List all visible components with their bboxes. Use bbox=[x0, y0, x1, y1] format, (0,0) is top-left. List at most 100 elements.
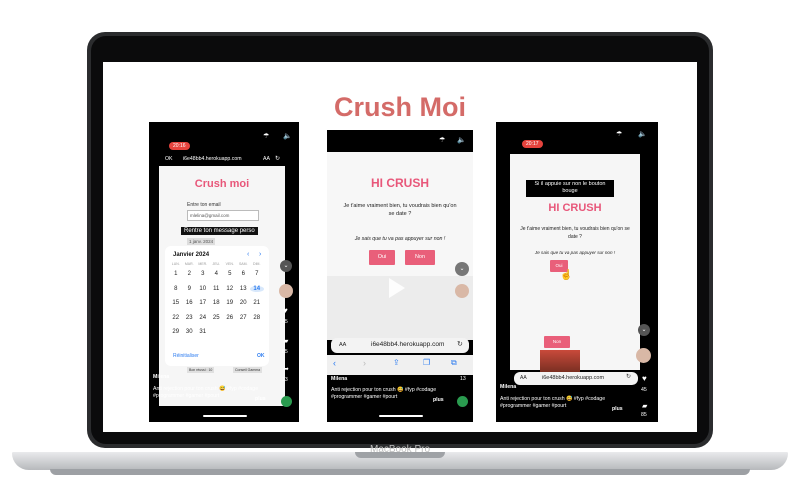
laptop-base-shadow bbox=[50, 469, 750, 475]
date-chip[interactable]: 1 janv. 2024 bbox=[187, 238, 216, 245]
calendar-day[interactable]: 4 bbox=[210, 271, 224, 277]
umbrella-icon[interactable]: ☂ bbox=[439, 136, 445, 144]
bookmarks-icon[interactable]: ❐ bbox=[423, 358, 430, 367]
nav-ok[interactable]: OK bbox=[165, 156, 173, 163]
calendar-day[interactable]: 13 bbox=[237, 286, 251, 292]
calendar-day[interactable]: 21 bbox=[250, 300, 264, 306]
avatar[interactable] bbox=[636, 348, 651, 363]
calendar-day[interactable]: 18 bbox=[210, 300, 224, 306]
calendar-day[interactable]: 15 bbox=[169, 300, 183, 306]
calendar-day[interactable]: 27 bbox=[237, 315, 251, 321]
url-aa[interactable]: AA bbox=[339, 342, 346, 348]
speaker-icon[interactable]: 🔈 bbox=[638, 130, 647, 138]
avatar[interactable] bbox=[455, 284, 469, 298]
calendar-day[interactable]: 2 bbox=[183, 271, 197, 277]
phone-screenshot-1: 20:16 ☂ 🔈 OK i6e48bb4.herokuapp.com AA ↻… bbox=[149, 122, 299, 422]
calendar-day[interactable]: 23 bbox=[183, 315, 197, 321]
video-description: Anti rejection pour ton crush 😅 #fyp #co… bbox=[153, 386, 259, 400]
comment-count: 85 bbox=[282, 349, 288, 355]
speaker-icon[interactable]: 🔈 bbox=[283, 132, 292, 140]
share-count: 13 bbox=[282, 377, 288, 383]
username[interactable]: Milena bbox=[153, 374, 169, 381]
calendar-day[interactable]: 29 bbox=[169, 329, 183, 335]
reload-icon[interactable]: ↻ bbox=[457, 340, 463, 348]
calendar-day[interactable]: 12 bbox=[223, 286, 237, 292]
music-disc-icon[interactable] bbox=[281, 396, 292, 407]
umbrella-icon[interactable]: ☂ bbox=[616, 130, 622, 138]
calendar-ok[interactable]: OK bbox=[257, 353, 265, 359]
calendar-day[interactable]: 30 bbox=[183, 329, 197, 335]
forward-icon[interactable]: › bbox=[363, 358, 366, 368]
back-icon[interactable]: ‹ bbox=[333, 358, 336, 368]
tease-text: Je sais que tu va pas appuyer sur non ! bbox=[354, 236, 446, 242]
calendar-day[interactable]: 8 bbox=[169, 286, 183, 292]
chevron-down-icon[interactable]: ⌄ bbox=[455, 262, 469, 276]
calendar-reset[interactable]: Réinitialiser bbox=[173, 353, 199, 359]
more-link[interactable]: plus bbox=[612, 406, 623, 413]
calendar-day[interactable]: 14 bbox=[250, 285, 264, 292]
calendar-day[interactable]: 16 bbox=[183, 300, 197, 306]
calendar-day[interactable]: 19 bbox=[223, 300, 237, 306]
calendar-day[interactable]: 31 bbox=[196, 329, 210, 335]
play-icon[interactable] bbox=[389, 278, 405, 298]
hi-crush-heading: HI CRUSH bbox=[370, 176, 429, 190]
calendar-day[interactable]: 1 bbox=[169, 271, 183, 277]
calendar-day[interactable]: 22 bbox=[169, 315, 183, 321]
share-sheet-icon[interactable]: ⇪ bbox=[393, 358, 400, 367]
calendar-day[interactable]: 28 bbox=[250, 315, 264, 321]
game-button-left[interactable]: Bon réussi : 10 bbox=[187, 367, 215, 373]
email-label: Entre ton email bbox=[187, 202, 221, 208]
calendar-day[interactable]: 20 bbox=[237, 300, 251, 306]
calendar-day[interactable]: 11 bbox=[210, 286, 224, 292]
app-title: Crush moi bbox=[194, 178, 250, 190]
heart-icon[interactable]: ♥ bbox=[642, 374, 647, 383]
slide-title: Crush Moi bbox=[334, 92, 466, 122]
calendar-day[interactable]: 6 bbox=[237, 271, 251, 277]
share-count: 13 bbox=[460, 376, 466, 382]
more-link[interactable]: plus bbox=[433, 397, 444, 404]
avatar[interactable] bbox=[279, 284, 293, 298]
more-link[interactable]: plus bbox=[255, 396, 266, 403]
username[interactable]: Milena bbox=[500, 384, 516, 391]
calendar-dates: 1 2 3 4 5 6 7 8 9 10 11 12 13 14 15 16 17 18 19 20 21 22 23 24 2… bbox=[169, 267, 264, 340]
url-aa[interactable]: AA bbox=[520, 375, 527, 381]
status-time: 20:16 bbox=[169, 142, 190, 150]
calendar-day[interactable]: 26 bbox=[223, 315, 237, 321]
calendar-day[interactable]: 24 bbox=[196, 315, 210, 321]
music-disc-icon[interactable] bbox=[457, 396, 468, 407]
nav-url[interactable]: i6e48bb4.herokuapp.com bbox=[183, 156, 242, 163]
share-icon[interactable]: ➦ bbox=[283, 365, 289, 373]
calendar-day[interactable]: 17 bbox=[196, 300, 210, 306]
umbrella-icon[interactable]: ☂ bbox=[263, 132, 269, 140]
nav-aa[interactable]: AA bbox=[263, 156, 270, 163]
calendar-day[interactable]: 5 bbox=[223, 271, 237, 277]
calendar-day[interactable]: 9 bbox=[183, 286, 197, 292]
calendar-month[interactable]: Janvier 2024 bbox=[173, 252, 209, 258]
calendar-day[interactable]: 7 bbox=[250, 271, 264, 277]
comment-icon[interactable]: ▰ bbox=[283, 337, 288, 345]
no-button[interactable]: Non bbox=[544, 336, 570, 348]
calendar-weekday: JEU. bbox=[212, 262, 221, 266]
chevron-down-icon[interactable]: ⌄ bbox=[280, 260, 292, 272]
calendar-day[interactable]: 3 bbox=[196, 271, 210, 277]
phone-screenshot-2: ☂ 🔈 HI CRUSH Je t'aime vraiment bien, tu… bbox=[327, 130, 473, 422]
username[interactable]: Milena bbox=[331, 376, 347, 383]
url-bar[interactable]: AA i6e48bb4.herokuapp.com ↻ bbox=[331, 338, 469, 353]
calendar-day[interactable]: 10 bbox=[196, 286, 210, 292]
chevron-down-icon[interactable]: ⌄ bbox=[638, 324, 650, 336]
game-button-right[interactable]: Conseil Gamma bbox=[233, 367, 263, 373]
calendar-day[interactable]: 25 bbox=[210, 315, 224, 321]
reload-icon[interactable]: ↻ bbox=[275, 155, 280, 162]
heart-icon[interactable]: ♥ bbox=[283, 306, 288, 315]
comment-icon[interactable]: ▰ bbox=[642, 402, 647, 410]
chevron-right-icon[interactable]: › bbox=[259, 251, 261, 258]
speaker-icon[interactable]: 🔈 bbox=[457, 136, 466, 144]
no-button[interactable]: Non bbox=[405, 250, 435, 265]
tabs-icon[interactable]: ⧉ bbox=[451, 358, 457, 368]
chevron-left-icon[interactable]: ‹ bbox=[247, 251, 249, 258]
email-input[interactable]: mlelina@gmail.com bbox=[187, 210, 259, 221]
yes-button[interactable]: Oui bbox=[369, 250, 395, 265]
url-bar[interactable]: AA i6e48bb4.herokuapp.com ↻ bbox=[514, 372, 638, 385]
overlay-caption: Si il appuie sur non le bouton bouge bbox=[526, 180, 614, 197]
reload-icon[interactable]: ↻ bbox=[626, 373, 631, 380]
